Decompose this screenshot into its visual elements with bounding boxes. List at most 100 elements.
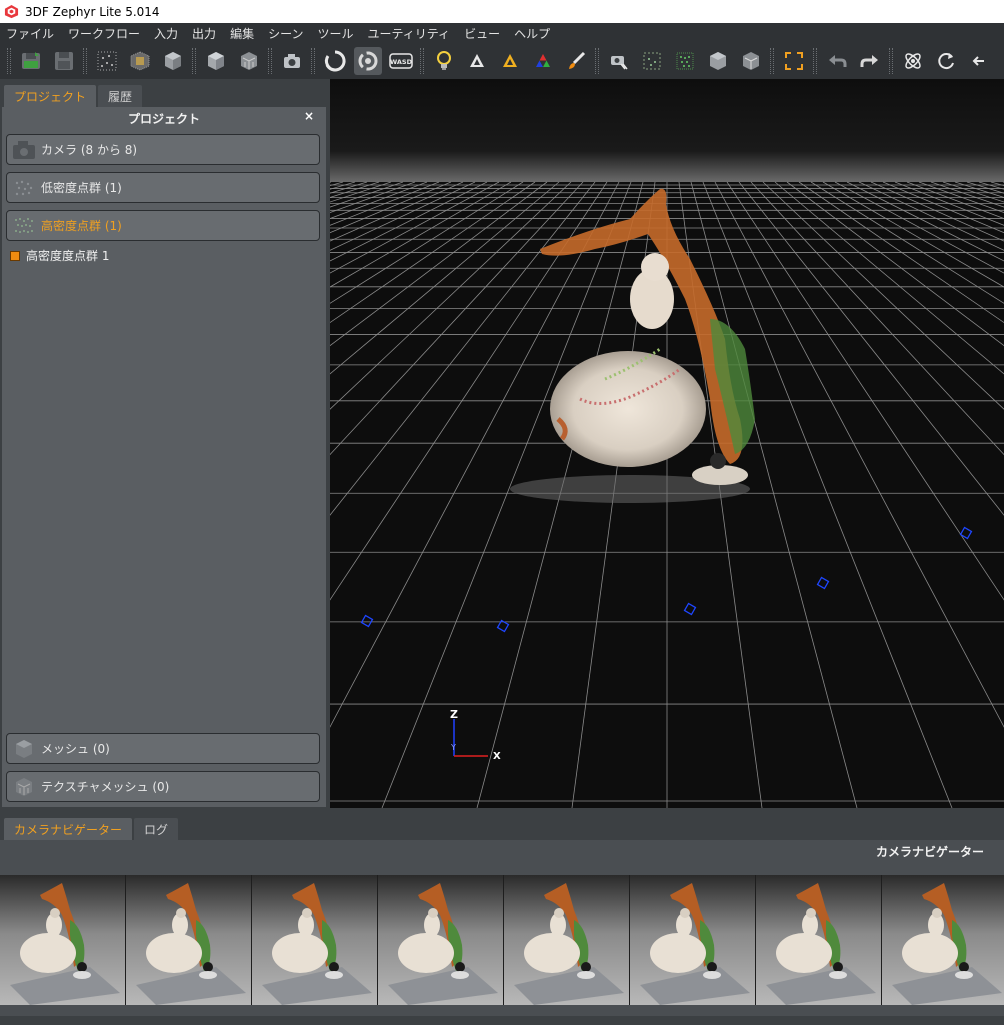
toolbar-separator (770, 48, 774, 74)
camera-thumbnail[interactable] (0, 875, 125, 1005)
dense-cloud-item-label: 高密度度点群 1 (26, 249, 110, 263)
orbit-icon[interactable] (321, 47, 349, 75)
cameras-category-label: カメラ (8 から 8) (41, 143, 138, 157)
grid-line (330, 181, 332, 183)
grid-line (846, 181, 1004, 262)
menu-tools[interactable]: ツール (317, 25, 353, 42)
select-mesh-icon[interactable] (704, 47, 732, 75)
fit-view-icon[interactable] (780, 47, 808, 75)
camera-thumbnail[interactable] (504, 875, 629, 1005)
dense-cloud-category-label: 高密度点群 (1) (41, 219, 122, 233)
arrow-left-icon[interactable] (965, 47, 993, 75)
render-mode-icon[interactable] (463, 47, 491, 75)
grid-line (930, 181, 1004, 208)
camera-navigator-panel: カメラナビゲーター ログ カメラナビゲーター (0, 808, 1004, 1025)
tab-camera-navigator[interactable]: カメラナビゲーター (4, 818, 133, 840)
dense-cloud-icon[interactable] (126, 47, 154, 75)
grid-line (918, 181, 1004, 213)
menu-scene[interactable]: シーン (268, 25, 303, 42)
toolbar-separator (813, 48, 817, 74)
tab-history[interactable]: 履歴 (98, 85, 143, 107)
camera-thumbnail[interactable] (126, 875, 251, 1005)
camera-marker[interactable] (683, 602, 697, 616)
reset-view-icon[interactable] (932, 47, 960, 75)
new-project-icon[interactable] (17, 47, 45, 75)
tab-project[interactable]: プロジェクト (4, 85, 97, 107)
viewport-canvas[interactable]: Z X Y (330, 79, 1004, 808)
mesh-icon (11, 738, 37, 760)
mesh-category[interactable]: メッシュ (0) (6, 733, 320, 764)
toolbar-separator (420, 48, 424, 74)
wasd-icon[interactable]: WASD (387, 47, 415, 75)
save-icon[interactable] (50, 47, 78, 75)
textured-mesh-icon (11, 776, 37, 798)
tab-log[interactable]: ログ (134, 818, 179, 840)
gizmo-icon[interactable] (899, 47, 927, 75)
render-mode-rgb-icon[interactable] (529, 47, 557, 75)
sparse-cloud-icon[interactable] (93, 47, 121, 75)
camera-navigator-title: カメラナビゲーター (875, 845, 984, 859)
cameras-category[interactable]: カメラ (8 から 8) (6, 134, 320, 165)
grid-line (738, 181, 1004, 516)
light-bulb-icon[interactable] (430, 47, 458, 75)
render-mode-color-icon[interactable] (496, 47, 524, 75)
grid-line (798, 181, 1004, 324)
grid-line (330, 181, 464, 242)
3d-viewport[interactable]: Z X Y (330, 79, 1004, 808)
select-points-icon[interactable] (638, 47, 666, 75)
project-tree: プロジェクト × カメラ (8 から 8) 低密度点群 (1) 高密度点群 (1… (2, 107, 326, 807)
axis-y-label: Y (450, 743, 456, 752)
menu-import[interactable]: 入力 (154, 25, 178, 42)
menu-export[interactable]: 出力 (192, 25, 216, 42)
grid-line (786, 181, 1004, 347)
menu-utilities[interactable]: ユーティリティ (368, 25, 451, 42)
toolbar-separator (83, 48, 87, 74)
redo-icon[interactable] (856, 47, 884, 75)
select-texture-icon[interactable] (737, 47, 765, 75)
camera-icon[interactable] (278, 47, 306, 75)
mesh-category-label: メッシュ (0) (41, 742, 110, 756)
grid-line (978, 181, 1004, 190)
dense-cloud-category[interactable]: 高密度点群 (1) (6, 210, 320, 241)
grid-line (330, 181, 428, 220)
paint-brush-icon[interactable] (562, 47, 590, 75)
camera-thumbnail[interactable] (882, 875, 1004, 1005)
grid-line (330, 181, 380, 198)
camera-thumbnail[interactable] (378, 875, 503, 1005)
textured-mesh-category[interactable]: テクスチャメッシュ (0) (6, 771, 320, 802)
dense-cloud-item[interactable]: 高密度度点群 1 (10, 247, 109, 264)
pivot-icon[interactable] (353, 47, 382, 75)
menu-help[interactable]: ヘルプ (514, 25, 550, 42)
camera-settings-icon[interactable] (605, 47, 633, 75)
camera-thumbnail[interactable] (252, 875, 377, 1005)
sparse-cloud-icon (11, 177, 37, 199)
camera-marker[interactable] (816, 576, 830, 590)
app-logo-icon (4, 4, 19, 19)
menu-file[interactable]: ファイル (6, 25, 54, 42)
grid-line (330, 181, 512, 288)
dense-cloud-icon (11, 215, 37, 237)
grid-line (702, 181, 953, 808)
close-icon[interactable]: × (304, 109, 314, 123)
toolbar-separator (889, 48, 893, 74)
grid-line (330, 181, 488, 262)
menu-view[interactable]: ビュー (464, 25, 500, 42)
camera-thumbnail[interactable] (756, 875, 881, 1005)
background-horizon (330, 79, 1004, 182)
title-bar: 3DF Zephyr Lite 5.014 (0, 0, 1004, 23)
camera-marker[interactable] (360, 614, 374, 628)
undo-icon[interactable] (823, 47, 851, 75)
select-dense-icon[interactable] (671, 47, 699, 75)
sparse-cloud-category[interactable]: 低密度点群 (1) (6, 172, 320, 203)
project-panel-tabs: プロジェクト 履歴 (0, 79, 328, 107)
texture-mesh-icon[interactable] (202, 47, 230, 75)
camera-thumbnail[interactable] (630, 875, 755, 1005)
textured-mesh-icon[interactable] (235, 47, 263, 75)
mesh-icon[interactable] (159, 47, 187, 75)
grid-line (726, 181, 1004, 601)
dense-cloud-item-color (10, 250, 20, 261)
grid-line (774, 181, 1004, 375)
menu-workflow[interactable]: ワークフロー (68, 25, 140, 42)
menu-edit[interactable]: 編集 (230, 25, 254, 42)
grid-line (954, 181, 1004, 198)
